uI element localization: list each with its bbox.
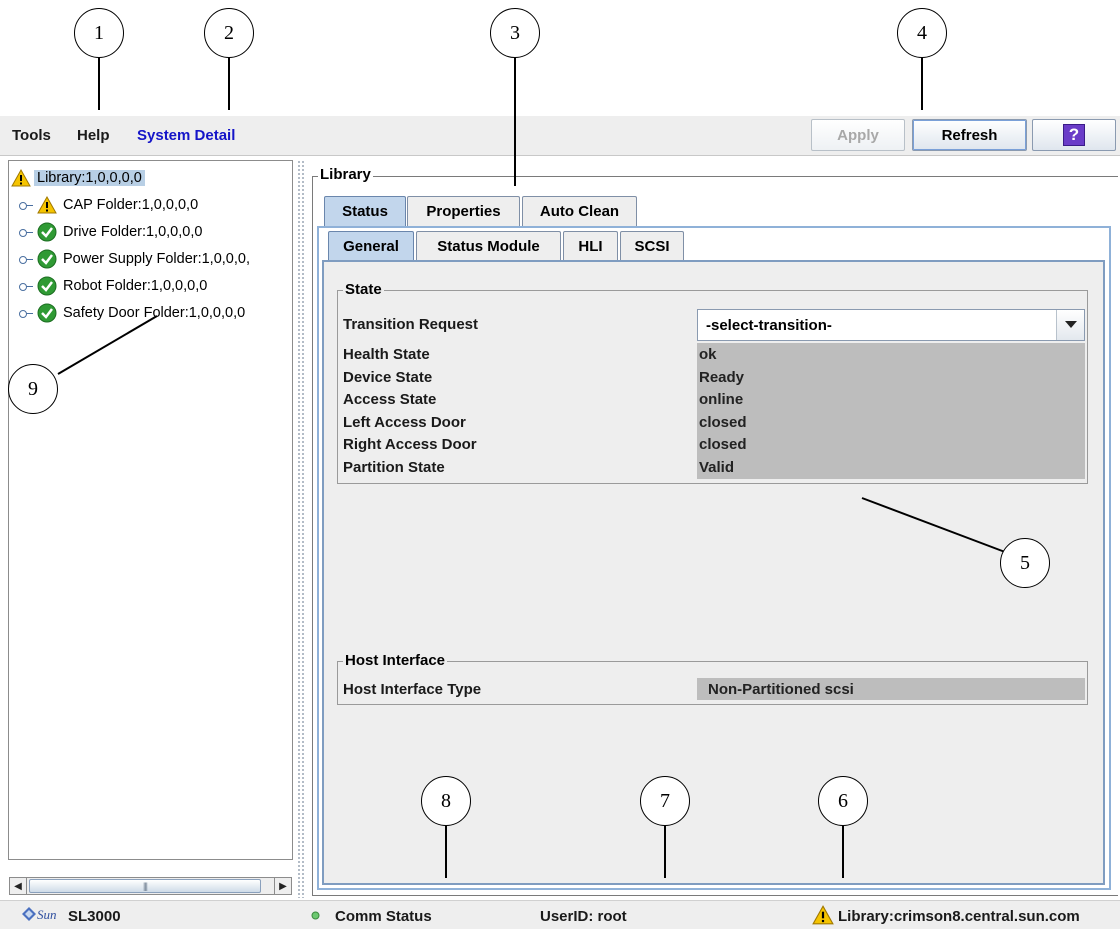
comm-status-indicator-icon — [311, 911, 320, 920]
ok-check-icon — [37, 249, 57, 269]
menu-system-detail[interactable]: System Detail — [137, 127, 235, 144]
tab-general[interactable]: General — [328, 231, 414, 261]
health-state-value: ok — [699, 346, 717, 363]
right-access-door-label: Right Access Door — [343, 436, 477, 453]
tab-status-module[interactable]: Status Module — [416, 231, 561, 261]
device-state-label: Device State — [343, 369, 433, 386]
tree-item-label: Power Supply Folder:1,0,0,0, — [63, 251, 250, 267]
tab-status[interactable]: Status — [324, 196, 406, 226]
menu-tools[interactable]: Tools — [12, 127, 51, 144]
tab-scsi[interactable]: SCSI — [620, 231, 684, 261]
tree-root-label: Library:1,0,0,0,0 — [34, 170, 145, 186]
partition-state-value: Valid — [699, 459, 735, 476]
tab-auto-clean[interactable]: Auto Clean — [522, 196, 637, 226]
callout-9: 9 — [8, 364, 58, 414]
tree-item-cap-folder[interactable]: CAP Folder:1,0,0,0,0 — [19, 194, 198, 216]
product-name: SL3000 — [68, 908, 121, 925]
sun-logo-text: Sun — [37, 907, 57, 922]
tree-item-label: Safety Door Folder:1,0,0,0,0 — [63, 305, 246, 321]
panel-title: Library — [318, 166, 373, 183]
expand-handle-icon[interactable] — [19, 308, 33, 318]
tab-status-label: Status — [342, 203, 388, 220]
tab-scsi-label: SCSI — [634, 238, 670, 255]
transition-request-label: Transition Request — [343, 316, 479, 333]
callout-2: 2 — [204, 8, 254, 58]
callout-6: 6 — [818, 776, 868, 826]
callout-4: 4 — [897, 8, 947, 58]
tab-properties-label: Properties — [426, 203, 501, 220]
tab-properties[interactable]: Properties — [407, 196, 520, 226]
callout-7: 7 — [640, 776, 690, 826]
tree-root-library[interactable]: Library:1,0,0,0,0 — [11, 167, 145, 189]
transition-request-select[interactable]: -select-transition- — [697, 309, 1085, 341]
expand-handle-icon[interactable] — [19, 254, 33, 264]
callout-1: 1 — [74, 8, 124, 58]
left-access-door-label: Left Access Door — [343, 414, 466, 431]
library-warning-icon — [812, 905, 834, 925]
tree-item-drive-folder[interactable]: Drive Folder:1,0,0,0,0 — [19, 221, 202, 243]
state-values-background — [697, 343, 1085, 479]
user-id-text: UserID: root — [540, 908, 627, 925]
chevron-down-icon[interactable] — [1056, 310, 1084, 340]
transition-request-value: -select-transition- — [706, 317, 832, 334]
menu-bar: Tools Help System Detail Apply Refresh ? — [0, 116, 1120, 156]
expand-handle-icon[interactable] — [19, 281, 33, 291]
navigation-tree: Library:1,0,0,0,0 CAP Folder:1,0,0,0,0 D… — [8, 160, 293, 860]
tree-item-safety-door-folder[interactable]: Safety Door Folder:1,0,0,0,0 — [19, 302, 245, 324]
device-state-value: Ready — [699, 369, 745, 386]
host-interface-type-label: Host Interface Type — [343, 681, 482, 698]
scroll-left-icon[interactable]: ◀ — [10, 878, 27, 894]
menu-help[interactable]: Help — [77, 127, 110, 144]
refresh-button-label: Refresh — [941, 126, 998, 144]
callout-3: 3 — [490, 8, 540, 58]
tree-item-power-supply-folder[interactable]: Power Supply Folder:1,0,0,0, — [19, 248, 250, 270]
ok-check-icon — [37, 222, 57, 242]
status-bar: Sun SL3000 Comm Status UserID: root Libr… — [0, 900, 1120, 929]
partition-state-label: Partition State — [343, 459, 445, 476]
tab-hli-label: HLI — [578, 238, 603, 255]
callout-5: 5 — [1000, 538, 1050, 588]
tab-auto-clean-label: Auto Clean — [539, 203, 620, 220]
ok-check-icon — [37, 303, 57, 323]
apply-button[interactable]: Apply — [811, 119, 905, 151]
split-pane-divider[interactable] — [297, 160, 305, 898]
help-icon: ? — [1063, 124, 1085, 146]
host-interface-type-value: Non-Partitioned scsi — [708, 681, 854, 698]
ok-check-icon — [37, 276, 57, 296]
help-button[interactable]: ? — [1032, 119, 1116, 151]
refresh-button[interactable]: Refresh — [912, 119, 1027, 151]
left-access-door-value: closed — [699, 414, 747, 431]
tree-item-label: Robot Folder:1,0,0,0,0 — [63, 278, 208, 294]
tab-status-module-label: Status Module — [437, 238, 540, 255]
host-interface-group-title: Host Interface — [343, 652, 448, 669]
callout-8: 8 — [421, 776, 471, 826]
scroll-thumb[interactable]: ||| — [29, 879, 261, 893]
tree-item-label: CAP Folder:1,0,0,0,0 — [63, 197, 199, 213]
state-group-title: State — [343, 281, 384, 298]
comm-status-text: Comm Status — [335, 908, 432, 925]
tab-hli[interactable]: HLI — [563, 231, 618, 261]
apply-button-label: Apply — [837, 126, 879, 144]
health-state-label: Health State — [343, 346, 430, 363]
warning-icon — [11, 169, 31, 187]
tree-item-label: Drive Folder:1,0,0,0,0 — [63, 224, 203, 240]
tree-horizontal-scrollbar[interactable]: ◀ ||| ▶ — [9, 877, 292, 895]
warning-icon — [37, 196, 57, 214]
access-state-label: Access State — [343, 391, 437, 408]
expand-handle-icon[interactable] — [19, 227, 33, 237]
right-access-door-value: closed — [699, 436, 747, 453]
library-host-text: Library:crimson8.central.sun.com — [838, 908, 1080, 925]
tree-item-robot-folder[interactable]: Robot Folder:1,0,0,0,0 — [19, 275, 207, 297]
access-state-value: online — [699, 391, 744, 408]
scroll-right-icon[interactable]: ▶ — [274, 878, 291, 894]
expand-handle-icon[interactable] — [19, 200, 33, 210]
tab-general-label: General — [343, 238, 399, 255]
sun-logo-icon: Sun — [22, 904, 58, 926]
